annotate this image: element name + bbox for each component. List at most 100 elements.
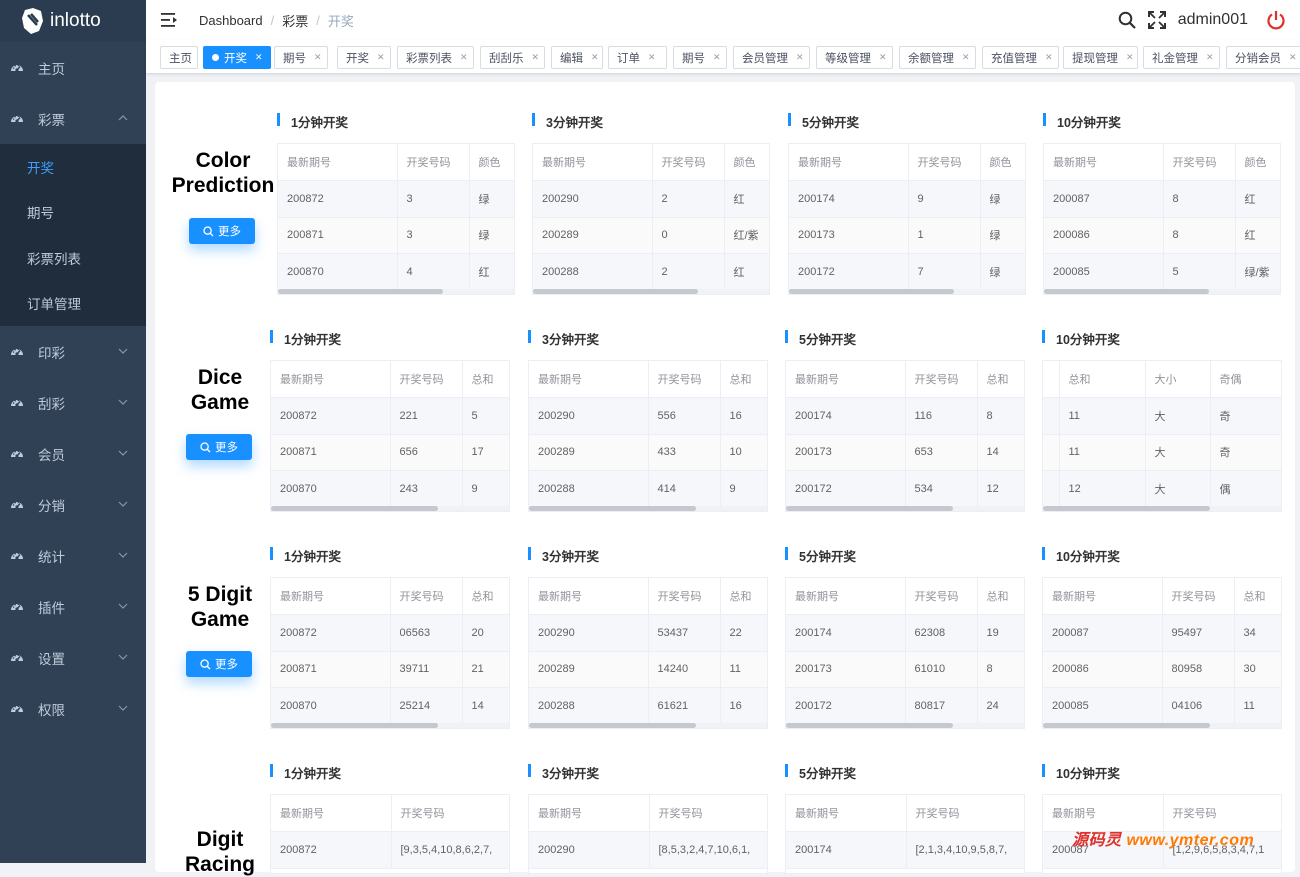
- horizontal-scrollbar[interactable]: [271, 723, 509, 728]
- sidebar-item[interactable]: 主页: [0, 42, 146, 93]
- table-row[interactable]: 200087 8 红: [1044, 180, 1280, 218]
- horizontal-scrollbar[interactable]: [789, 289, 1025, 294]
- sidebar-item[interactable]: 分销: [0, 479, 146, 530]
- logo[interactable]: inlotto: [0, 0, 146, 42]
- close-icon[interactable]: ✕: [1289, 52, 1297, 63]
- table-header-cell[interactable]: 最新期号: [278, 144, 398, 181]
- table-header-cell[interactable]: 开奖号码: [397, 144, 470, 181]
- scrollbar-thumb[interactable]: [786, 723, 953, 728]
- table-header-cell[interactable]: 最新期号: [786, 578, 906, 615]
- table-header-cell[interactable]: 开奖号码: [649, 795, 767, 832]
- table-row[interactable]: 200870 243 9: [271, 470, 509, 508]
- table-row[interactable]: 200174 62308 19: [786, 614, 1024, 652]
- tag-item[interactable]: 彩票列表 ✕: [397, 46, 474, 69]
- more-button[interactable]: 更多: [186, 434, 252, 460]
- breadcrumb-item[interactable]: 彩票: [282, 11, 308, 30]
- scrollbar-thumb[interactable]: [1043, 506, 1210, 511]
- table-header-cell[interactable]: 最新期号: [533, 144, 653, 181]
- table-row[interactable]: 200172 80817 24: [786, 687, 1024, 725]
- table-header-cell[interactable]: 总和: [977, 361, 1024, 398]
- sidebar-subitem[interactable]: 订单管理: [0, 281, 146, 327]
- tag-item[interactable]: 编辑 ✕: [551, 46, 603, 69]
- table-row[interactable]: 200173 61010 8: [786, 651, 1024, 688]
- tag-item[interactable]: 等级管理 ✕: [816, 46, 893, 69]
- table-row[interactable]: 200870 25214 14: [271, 687, 509, 725]
- scrollbar-thumb[interactable]: [786, 506, 953, 511]
- sidebar-item[interactable]: 权限: [0, 683, 146, 734]
- table-row[interactable]: 200289 0 红/紫: [533, 217, 769, 254]
- table-row[interactable]: 11 大奇: [1043, 434, 1281, 471]
- tag-item[interactable]: 提现管理 ✕: [1063, 46, 1138, 69]
- table-row[interactable]: 200172 534 12: [786, 470, 1024, 508]
- sidebar-item[interactable]: 统计: [0, 530, 146, 581]
- table-row[interactable]: 200288 414 9: [529, 470, 767, 508]
- table-header-cell[interactable]: 最新期号: [529, 795, 650, 832]
- tag-item[interactable]: 开奖 ✕: [337, 46, 391, 69]
- horizontal-scrollbar[interactable]: [1043, 723, 1281, 728]
- table-row[interactable]: 12 大偶: [1043, 470, 1281, 508]
- tag-item[interactable]: 刮刮乐 ✕: [480, 46, 545, 69]
- table-header-cell[interactable]: 最新期号: [786, 795, 907, 832]
- scrollbar-thumb[interactable]: [789, 289, 955, 294]
- table-header-cell[interactable]: 开奖号码: [1163, 144, 1236, 181]
- close-icon[interactable]: ✕: [1045, 52, 1053, 63]
- search-icon[interactable]: [1118, 11, 1136, 29]
- close-icon[interactable]: ✕: [1126, 52, 1134, 63]
- table-header-cell[interactable]: [1043, 361, 1060, 398]
- tag-item[interactable]: 主页: [160, 46, 198, 69]
- horizontal-scrollbar[interactable]: [271, 506, 509, 511]
- horizontal-scrollbar[interactable]: [786, 723, 1024, 728]
- table-header-cell[interactable]: 最新期号: [529, 578, 649, 615]
- scrollbar-thumb[interactable]: [529, 723, 696, 728]
- table-row[interactable]: 200086 80958 30: [1043, 651, 1281, 688]
- sidebar-item[interactable]: 刮彩: [0, 377, 146, 428]
- table-row[interactable]: 200174 9 绿: [789, 180, 1025, 218]
- close-icon[interactable]: ✕: [648, 52, 656, 63]
- username[interactable]: admin001: [1178, 11, 1248, 29]
- close-icon[interactable]: ✕: [377, 52, 385, 63]
- table-row[interactable]: 200871 3 绿: [278, 217, 514, 254]
- table-header-cell[interactable]: 总和: [462, 361, 509, 398]
- table-row[interactable]: 200289 14240 11: [529, 651, 767, 688]
- table-row[interactable]: 200173 1 绿: [789, 217, 1025, 254]
- sidebar-item[interactable]: 会员: [0, 428, 146, 479]
- table-row[interactable]: 11 大奇: [1043, 397, 1281, 435]
- table-row[interactable]: 200872 221 5: [271, 397, 509, 435]
- tag-item[interactable]: 期号 ✕: [274, 46, 328, 69]
- close-icon[interactable]: ✕: [713, 52, 721, 63]
- table-row[interactable]: 200087 95497 34: [1043, 614, 1281, 652]
- table-row[interactable]: 200086 8 红: [1044, 217, 1280, 254]
- close-icon[interactable]: ✕: [1206, 52, 1214, 63]
- table-row[interactable]: 200289 433 10: [529, 434, 767, 471]
- sidebar-item[interactable]: 设置: [0, 632, 146, 683]
- breadcrumb-item[interactable]: Dashboard: [199, 13, 263, 28]
- table-row[interactable]: 200871 656 17: [271, 434, 509, 471]
- table-row[interactable]: 200288 61621 16: [529, 687, 767, 725]
- table-row[interactable]: 200085 5 绿/紫: [1044, 253, 1280, 291]
- table-row[interactable]: 200872 06563 20: [271, 614, 509, 652]
- table-header-cell[interactable]: 颜色: [1235, 144, 1280, 181]
- horizontal-scrollbar[interactable]: [533, 289, 769, 294]
- table-header-cell[interactable]: 开奖号码: [648, 578, 721, 615]
- table-row[interactable]: 200174 116 8: [786, 397, 1024, 435]
- tag-item[interactable]: 开奖 ✕: [203, 46, 271, 69]
- close-icon[interactable]: ✕: [879, 52, 887, 63]
- table-header-cell[interactable]: 总和: [977, 578, 1024, 615]
- close-icon[interactable]: ✕: [255, 52, 263, 63]
- tag-item[interactable]: 余额管理 ✕: [899, 46, 976, 69]
- table-header-cell[interactable]: 开奖号码: [390, 361, 463, 398]
- table-row[interactable]: 200290 2 红: [533, 180, 769, 218]
- table-header-cell[interactable]: 总和: [1059, 361, 1146, 398]
- close-icon[interactable]: ✕: [962, 52, 970, 63]
- close-icon[interactable]: ✕: [796, 52, 804, 63]
- sidebar-subitem[interactable]: 开奖: [0, 144, 146, 190]
- table-header-cell[interactable]: 总和: [720, 361, 767, 398]
- table-row[interactable]: 200871 39711 21: [271, 651, 509, 688]
- table-header-cell[interactable]: 颜色: [469, 144, 514, 181]
- table-header-cell[interactable]: 最新期号: [789, 144, 909, 181]
- scrollbar-thumb[interactable]: [271, 506, 438, 511]
- tag-item[interactable]: 充值管理 ✕: [982, 46, 1059, 69]
- table-header-cell[interactable]: 大小: [1145, 361, 1211, 398]
- tag-item[interactable]: 分销会员 ✕: [1226, 46, 1300, 69]
- close-icon[interactable]: ✕: [591, 52, 599, 63]
